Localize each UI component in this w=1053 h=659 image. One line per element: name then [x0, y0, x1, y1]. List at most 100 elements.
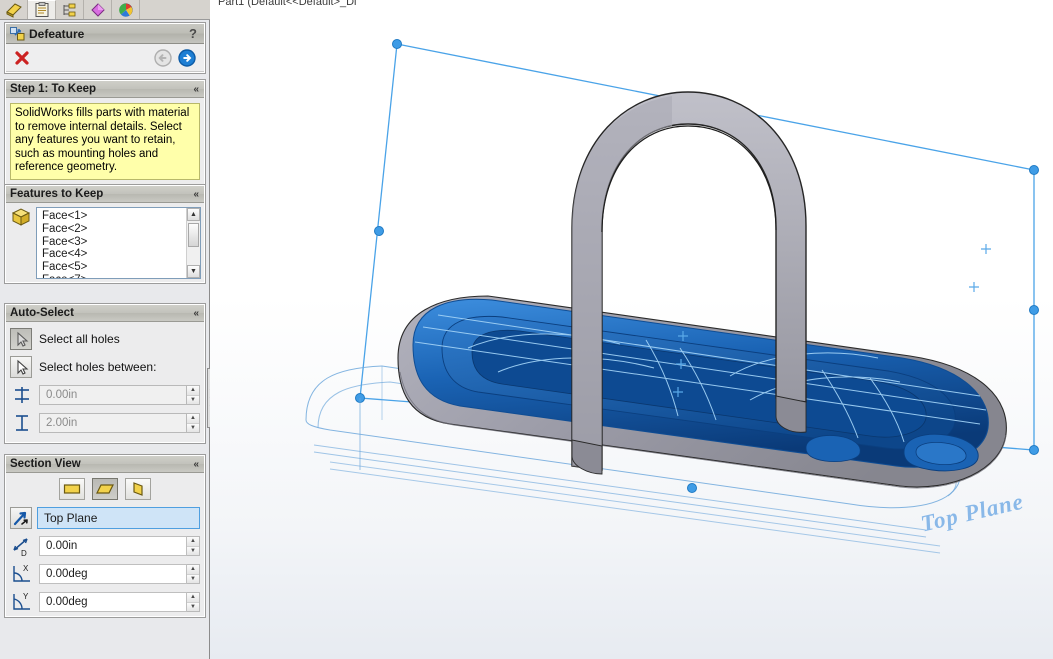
stepper-down-icon[interactable]: ▼ [187, 546, 199, 555]
stepper-down-icon[interactable]: ▼ [187, 574, 199, 583]
svg-text:X: X [23, 564, 29, 573]
scrollbar-thumb[interactable] [188, 223, 199, 247]
cursor-select-icon [17, 331, 29, 347]
angle-x-stepper[interactable]: ▲ ▼ [187, 564, 200, 584]
arrow-left-icon [154, 48, 172, 67]
select-holes-between-button[interactable] [10, 356, 32, 378]
graphics-viewport[interactable]: Part1 (Default<<Default>_Di Top Plane [210, 0, 1053, 659]
chevron-up-icon: « [193, 83, 198, 95]
select-all-holes-row[interactable]: Select all holes [6, 325, 204, 353]
right-plane-icon [133, 482, 143, 496]
cancel-button[interactable] [14, 50, 30, 66]
scroll-down-icon[interactable]: ▼ [187, 265, 200, 278]
min-diameter-stepper[interactable]: ▲ ▼ [187, 385, 200, 405]
stepper-up-icon[interactable]: ▲ [187, 414, 199, 424]
step-title-bar[interactable]: Step 1: To Keep « [6, 81, 204, 98]
min-diameter-field[interactable]: 0.00in [39, 385, 187, 405]
angle-y-icon: Y [10, 591, 34, 613]
auto-select-title-bar[interactable]: Auto-Select « [6, 305, 204, 322]
tab-display-manager[interactable] [112, 0, 140, 19]
angle-x-row: X 0.00deg ▲ ▼ [6, 560, 204, 588]
appearance-sphere-icon [118, 2, 133, 17]
close-icon [15, 50, 29, 65]
offset-distance-field[interactable]: 0.00in [39, 536, 187, 556]
list-item[interactable]: Face<7> [42, 274, 200, 278]
angle-x-icon: X [10, 563, 34, 585]
reference-plane-selector-button[interactable] [10, 507, 32, 529]
front-plane-icon [63, 484, 81, 494]
features-to-keep-body: Face<1> Face<2> Face<3> Face<4> Face<5> … [6, 203, 204, 282]
max-diameter-row: 2.00in ▲ ▼ [6, 409, 204, 437]
features-to-keep-title-bar[interactable]: Features to Keep « [6, 186, 204, 203]
stepper-up-icon[interactable]: ▲ [187, 537, 199, 547]
step-title: Step 1: To Keep [10, 83, 97, 95]
angle-x-field[interactable]: 0.00deg [39, 564, 187, 584]
step-to-keep-panel: Step 1: To Keep « SolidWorks fills parts… [4, 79, 206, 187]
stepper-down-icon[interactable]: ▼ [187, 423, 199, 432]
defeature-title: Defeature [29, 26, 85, 41]
angle-y-field[interactable]: 0.00deg [39, 592, 187, 612]
offset-distance-row: D 0.00in ▲ ▼ [6, 532, 204, 560]
features-to-keep-title: Features to Keep [10, 188, 104, 200]
section-view-title: Section View [10, 458, 81, 470]
step-hint-text: SolidWorks fills parts with material to … [10, 103, 200, 180]
list-item[interactable]: Face<1> [42, 210, 200, 223]
feature-tree-icon [5, 2, 22, 18]
back-button[interactable] [154, 48, 172, 67]
defeature-panel: Defeature ? [4, 22, 206, 74]
face-selection-icon [10, 207, 32, 227]
property-manager-pane: Defeature ? Step 1: To Keep « SolidWorks… [0, 0, 216, 659]
front-plane-button[interactable] [59, 478, 85, 500]
section-view-title-bar[interactable]: Section View « [6, 456, 204, 473]
list-item[interactable]: Face<2> [42, 223, 200, 236]
select-holes-between-row[interactable]: Select holes between: [6, 353, 204, 381]
select-all-holes-button[interactable] [10, 328, 32, 350]
angle-y-stepper[interactable]: ▲ ▼ [187, 592, 200, 612]
list-item[interactable]: Face<5> [42, 261, 200, 274]
defeature-action-row [6, 44, 204, 72]
select-all-holes-label: Select all holes [39, 332, 120, 346]
model-graphics [305, 39, 1039, 554]
top-plane-button[interactable] [92, 478, 118, 500]
chevron-up-icon: « [193, 458, 198, 470]
right-plane-button[interactable] [125, 478, 151, 500]
features-list-scrollbar[interactable]: ▲ ▼ [186, 208, 200, 278]
top-plane-icon [96, 484, 114, 494]
scroll-up-icon[interactable]: ▲ [187, 208, 200, 221]
stepper-up-icon[interactable]: ▲ [187, 386, 199, 396]
features-list[interactable]: Face<1> Face<2> Face<3> Face<4> Face<5> … [36, 207, 201, 279]
reference-plane-field[interactable]: Top Plane [37, 507, 200, 529]
angle-y-row: Y 0.00deg ▲ ▼ [6, 588, 204, 616]
tab-dimxpert-manager[interactable] [84, 0, 112, 19]
tab-configuration-manager[interactable] [56, 0, 84, 19]
cursor-select-icon [17, 359, 29, 375]
chevron-up-icon: « [193, 188, 198, 200]
max-diameter-icon [10, 412, 34, 434]
max-diameter-field[interactable]: 2.00in [39, 413, 187, 433]
help-button[interactable]: ? [189, 26, 200, 41]
stepper-up-icon[interactable]: ▲ [187, 593, 199, 603]
features-to-keep-panel: Features to Keep « Face<1> Face<2> Face<… [4, 184, 206, 284]
stepper-down-icon[interactable]: ▼ [187, 395, 199, 404]
max-diameter-stepper[interactable]: ▲ ▼ [187, 413, 200, 433]
list-item[interactable]: Face<4> [42, 248, 200, 261]
arrow-right-icon [178, 48, 196, 67]
offset-distance-stepper[interactable]: ▲ ▼ [187, 536, 200, 556]
stepper-up-icon[interactable]: ▲ [187, 565, 199, 575]
svg-text:Y: Y [23, 592, 29, 601]
auto-select-title: Auto-Select [10, 307, 74, 319]
configuration-icon [63, 3, 75, 16]
list-item[interactable]: Face<3> [42, 236, 200, 249]
tab-property-manager[interactable] [28, 0, 56, 19]
features-list-items: Face<1> Face<2> Face<3> Face<4> Face<5> … [37, 208, 200, 278]
defeature-icon [10, 26, 25, 40]
stepper-down-icon[interactable]: ▼ [187, 602, 199, 611]
min-diameter-icon [10, 384, 34, 406]
reference-plane-row: Top Plane [6, 507, 204, 532]
manager-tab-strip [0, 0, 210, 20]
tab-feature-manager[interactable] [0, 0, 28, 19]
plane-select-icon [13, 511, 28, 526]
clipboard-icon [35, 2, 48, 17]
next-button[interactable] [178, 48, 196, 67]
dimxpert-icon [90, 2, 105, 17]
